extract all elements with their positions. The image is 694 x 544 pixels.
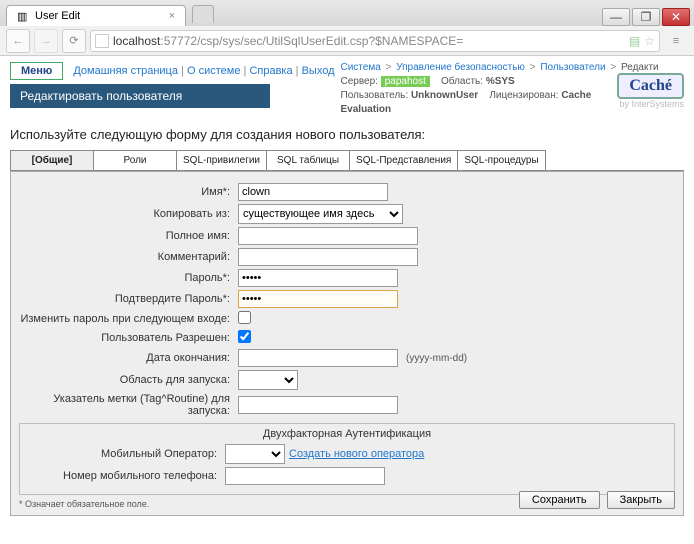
window-minimize-button[interactable]: — — [602, 8, 630, 26]
label-mobile-operator: Мобильный Оператор: — [26, 448, 221, 460]
crumb-security[interactable]: Управление безопасностью — [396, 62, 525, 73]
mobile-operator-select[interactable] — [225, 444, 285, 464]
nav-back-button[interactable]: ← — [6, 29, 30, 53]
tab-title: User Edit — [35, 10, 80, 22]
link-about[interactable]: О системе — [187, 65, 240, 77]
label-mobile-number: Номер мобильного телефона: — [26, 470, 221, 482]
copy-from-select[interactable]: существующее имя здесь — [238, 204, 403, 224]
password-confirm-field[interactable] — [238, 290, 398, 308]
label-exp-date: Дата окончания: — [19, 352, 234, 364]
server-name: papahost — [381, 76, 430, 87]
change-pwd-checkbox[interactable] — [238, 311, 251, 324]
page-title: Редактировать пользователя — [10, 84, 270, 108]
tab-general[interactable]: [Общие] — [10, 150, 94, 170]
two-factor-group: Двухфакторная Аутентификация Мобильный О… — [19, 423, 675, 495]
link-home[interactable]: Домашняя страница — [73, 65, 178, 77]
tab-sql-procedures[interactable]: SQL-процедуры — [457, 150, 545, 170]
mobile-number-field[interactable] — [225, 467, 385, 485]
page-icon: ▥ — [17, 10, 29, 22]
browser-tab[interactable]: ▥ User Edit × — [6, 5, 186, 26]
form-intro: Используйте следующую форму для создания… — [10, 127, 684, 142]
link-logout[interactable]: Выход — [302, 65, 335, 77]
server-info: Сервер: papahost Область: %SYS Пользоват… — [341, 75, 610, 117]
label-start-routine: Указатель метки (Tag^Routine) для запуск… — [19, 393, 234, 417]
breadcrumb: Система > Управление безопасностью > Пол… — [341, 62, 685, 73]
nav-forward-button[interactable]: → — [34, 29, 58, 53]
fullname-field[interactable] — [238, 227, 418, 245]
new-tab-button[interactable] — [192, 5, 214, 23]
bookmark-page-icon[interactable]: ▤ — [629, 34, 640, 48]
current-user: UnknownUser — [411, 90, 478, 101]
label-name: Имя*: — [19, 186, 234, 198]
tab-sql-tables[interactable]: SQL таблицы — [266, 150, 350, 170]
address-bar[interactable]: localhost:57772/csp/sys/sec/UtilSqlUserE… — [90, 30, 660, 52]
link-help[interactable]: Справка — [249, 65, 292, 77]
label-copy-from: Копировать из: — [19, 208, 234, 220]
label-password: Пароль*: — [19, 272, 234, 284]
create-operator-link[interactable]: Создать нового оператора — [289, 448, 424, 460]
tabs: [Общие] Роли SQL-привилегии SQL таблицы … — [10, 150, 684, 171]
crumb-users[interactable]: Пользователи — [540, 62, 605, 73]
close-button[interactable]: Закрыть — [607, 491, 675, 509]
label-fullname: Полное имя: — [19, 230, 234, 242]
url-path: :57772/csp/sys/sec/UtilSqlUserEdit.csp?$… — [160, 34, 463, 48]
browser-toolbar: ← → ⟳ localhost:57772/csp/sys/sec/UtilSq… — [0, 26, 694, 56]
menu-button[interactable]: Меню — [10, 62, 63, 80]
label-password-confirm: Подтвердите Пароль*: — [19, 293, 234, 305]
site-icon — [95, 34, 109, 48]
password-field[interactable] — [238, 269, 398, 287]
nav-reload-button[interactable]: ⟳ — [62, 29, 86, 53]
cache-logo-button[interactable]: Caché — [617, 73, 684, 99]
start-namespace-select[interactable] — [238, 370, 298, 390]
tab-sql-views[interactable]: SQL-Представления — [349, 150, 458, 170]
save-button[interactable]: Сохранить — [519, 491, 600, 509]
crumb-system[interactable]: Система — [341, 62, 381, 73]
browser-menu-button[interactable]: ≡ — [664, 29, 688, 53]
crumb-current: Редакти — [621, 62, 659, 73]
label-start-namespace: Область для запуска: — [19, 374, 234, 386]
user-form: Имя*: Копировать из: существующее имя зд… — [10, 171, 684, 516]
top-links: Домашняя страница | О системе | Справка … — [73, 65, 334, 77]
name-field[interactable] — [238, 183, 388, 201]
tab-sql-privileges[interactable]: SQL-привилегии — [176, 150, 267, 170]
namespace: %SYS — [486, 76, 515, 87]
label-change-pwd-next-login: Изменить пароль при следующем входе: — [19, 313, 234, 325]
window-close-button[interactable]: ✕ — [662, 8, 690, 26]
comment-field[interactable] — [238, 248, 418, 266]
intersystems-label: by InterSystems — [617, 99, 684, 109]
label-comment: Комментарий: — [19, 251, 234, 263]
exp-date-hint: (yyyy-mm-dd) — [406, 353, 467, 364]
start-routine-field[interactable] — [238, 396, 398, 414]
tab-close-icon[interactable]: × — [169, 10, 175, 22]
exp-date-field[interactable] — [238, 349, 398, 367]
label-user-enabled: Пользователь Разрешен: — [19, 332, 234, 344]
two-factor-heading: Двухфакторная Аутентификация — [26, 428, 668, 440]
tab-roles[interactable]: Роли — [93, 150, 177, 170]
window-titlebar: ▥ User Edit × — ❐ ✕ — [0, 0, 694, 26]
url-host: localhost — [113, 34, 160, 48]
user-enabled-checkbox[interactable] — [238, 330, 251, 343]
favorite-icon[interactable]: ☆ — [644, 34, 655, 48]
window-maximize-button[interactable]: ❐ — [632, 8, 660, 26]
